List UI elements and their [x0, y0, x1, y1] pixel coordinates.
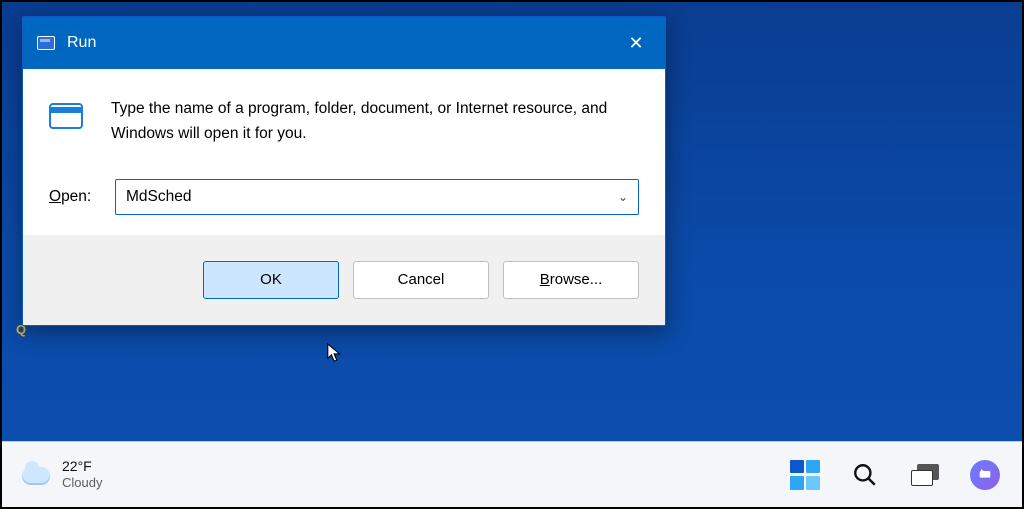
- close-icon: ✕: [628, 34, 643, 52]
- dialog-footer: OK Cancel Browse...: [23, 235, 665, 325]
- titlebar[interactable]: Run ✕: [23, 17, 665, 69]
- search-icon: [852, 462, 878, 488]
- weather-widget[interactable]: 22°F Cloudy: [18, 458, 102, 490]
- ok-label: OK: [260, 271, 282, 288]
- run-icon: [49, 103, 87, 133]
- weather-condition: Cloudy: [62, 475, 102, 491]
- start-button[interactable]: [790, 460, 820, 490]
- windows-icon: [790, 460, 820, 490]
- browse-label: Browse...: [540, 271, 603, 288]
- close-button[interactable]: ✕: [607, 17, 665, 69]
- ok-button[interactable]: OK: [203, 261, 339, 299]
- weather-icon: [18, 461, 52, 487]
- weather-temperature: 22°F: [62, 458, 102, 475]
- taskbar[interactable]: 22°F Cloudy: [2, 441, 1022, 507]
- cancel-button[interactable]: Cancel: [353, 261, 489, 299]
- task-view-icon: [911, 464, 939, 486]
- run-dialog: Run ✕ Type the name of a program, folder…: [22, 16, 666, 326]
- run-title-icon: [37, 36, 55, 50]
- search-button[interactable]: [850, 460, 880, 490]
- task-view-button[interactable]: [910, 460, 940, 490]
- browse-button[interactable]: Browse...: [503, 261, 639, 299]
- open-combobox[interactable]: ⌄: [115, 179, 639, 215]
- window-title: Run: [67, 34, 96, 52]
- prompt-text: Type the name of a program, folder, docu…: [111, 97, 639, 147]
- chat-icon: [970, 460, 1000, 490]
- cancel-label: Cancel: [398, 271, 445, 288]
- chat-button[interactable]: [970, 460, 1000, 490]
- chevron-down-icon[interactable]: ⌄: [614, 190, 632, 204]
- dialog-body: Type the name of a program, folder, docu…: [23, 69, 665, 235]
- open-input[interactable]: [126, 188, 614, 206]
- open-label: Open:: [49, 188, 99, 206]
